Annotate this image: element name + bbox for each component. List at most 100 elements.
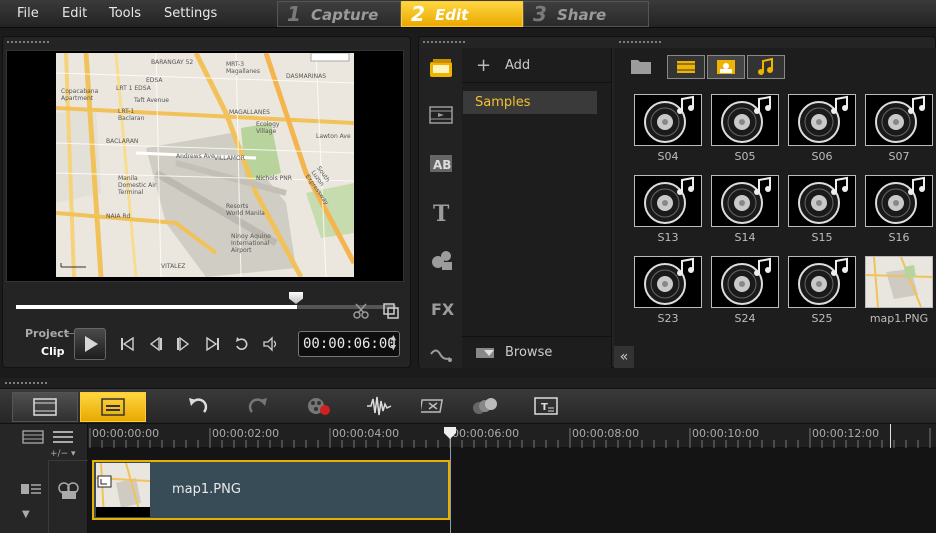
sound-mixer-icon[interactable] — [366, 395, 392, 417]
library-thumbnail-label: S23 — [657, 312, 679, 325]
motion-tracking-icon[interactable] — [472, 395, 497, 417]
svg-text:FX: FX — [431, 300, 455, 319]
library-thumbnail[interactable] — [788, 175, 856, 227]
panel-grip[interactable] — [618, 40, 662, 44]
photo-icon — [717, 60, 735, 74]
map-label: BACLARAN — [106, 138, 139, 145]
zoom-control[interactable]: +/− ▾ — [50, 449, 86, 459]
graphic-icon[interactable] — [428, 248, 456, 272]
library-thumbnail[interactable] — [865, 94, 933, 146]
library-thumbnail-label: S04 — [657, 150, 679, 163]
svg-text:T: T — [541, 402, 548, 413]
library-thumbnail-label: S13 — [657, 231, 679, 244]
menu-tools[interactable]: Tools — [109, 6, 141, 21]
ruler-tick-label: 00:00:08:00 — [572, 427, 640, 440]
ruler-tick-label: 00:00:04:00 — [332, 427, 400, 440]
library-thumbnail[interactable] — [634, 256, 702, 308]
step-number: 2 — [411, 2, 425, 26]
filter-fx-icon[interactable]: FX — [428, 296, 456, 320]
track-divider — [48, 460, 49, 533]
folder-icon[interactable] — [630, 56, 654, 76]
step-tab-capture[interactable]: 1 Capture — [277, 1, 401, 27]
menu-edit[interactable]: Edit — [62, 6, 87, 21]
transition-icon[interactable]: AB — [428, 152, 456, 176]
track-lock-icon[interactable] — [20, 482, 42, 496]
play-button[interactable] — [74, 328, 106, 360]
step-tab-edit[interactable]: 2 Edit — [401, 1, 523, 27]
add-folder-button[interactable]: + Add — [462, 48, 612, 83]
redo-icon[interactable] — [246, 395, 270, 417]
library-thumbnail[interactable] — [865, 256, 933, 308]
zoom-label: +/− — [50, 449, 69, 459]
menu-file[interactable]: File — [17, 6, 39, 21]
show-photo-filter-button[interactable] — [707, 55, 745, 79]
panel-grip[interactable] — [4, 381, 48, 385]
library-thumbnail[interactable] — [865, 175, 933, 227]
storyboard-view-button[interactable] — [12, 392, 78, 422]
menu-settings[interactable]: Settings — [164, 6, 217, 21]
image-thumb-icon — [865, 256, 933, 308]
browse-button[interactable]: Browse — [462, 336, 612, 368]
path-icon[interactable] — [428, 344, 456, 368]
previous-frame-icon[interactable] — [146, 335, 164, 353]
folder-item-samples[interactable]: Samples — [463, 91, 597, 114]
ruler-tick-label: 00:00:06:00 — [452, 427, 520, 440]
repeat-icon[interactable] — [233, 335, 251, 353]
go-to-start-icon[interactable] — [118, 335, 136, 353]
mode-clip-label[interactable]: Clip — [41, 345, 65, 358]
ruler-tick-label: 00:00:10:00 — [692, 427, 760, 440]
library-thumbnail[interactable] — [788, 94, 856, 146]
library-thumbnail-label: S05 — [734, 150, 756, 163]
step-label: Capture — [311, 6, 379, 24]
library-thumbnail[interactable] — [711, 175, 779, 227]
enlarge-preview-icon[interactable] — [382, 302, 400, 320]
expand-track-icon[interactable]: ▼ — [22, 509, 36, 520]
step-label: Edit — [435, 6, 469, 24]
library-thumbnail[interactable] — [711, 256, 779, 308]
title-icon[interactable]: T — [428, 200, 456, 227]
show-all-tracks-icon[interactable] — [52, 430, 74, 444]
record-capture-icon[interactable] — [306, 395, 330, 417]
map-label: LRT 1 EDSA — [116, 85, 151, 92]
music-note-icon — [758, 57, 773, 75]
go-to-end-icon[interactable] — [204, 335, 222, 353]
step-tab-share[interactable]: 3 Share — [523, 1, 649, 27]
film-icon — [677, 61, 695, 73]
mode-project-label[interactable]: Project — [25, 327, 69, 340]
map-label: Nichols PNR — [256, 175, 292, 182]
audio-disc-icon — [875, 95, 925, 143]
instant-project-icon[interactable] — [428, 104, 456, 128]
media-library-icon[interactable] — [428, 56, 456, 80]
map-label: DASMARINAS — [286, 73, 327, 80]
library-thumbnail-label: S14 — [734, 231, 756, 244]
next-frame-icon[interactable] — [175, 335, 193, 353]
show-video-filter-button[interactable] — [667, 55, 705, 79]
timeline-view-button[interactable] — [80, 392, 146, 422]
undo-icon[interactable] — [186, 395, 210, 417]
library-thumbnail[interactable] — [634, 175, 702, 227]
collapse-library-icon[interactable]: « — [614, 346, 634, 368]
auto-music-icon[interactable] — [419, 395, 445, 417]
timeline-ruler[interactable]: 00:00:00:00 00:00:02:00 00:00:04:00 00:00:0… — [88, 424, 936, 448]
library-thumbnail-label: S24 — [734, 312, 756, 325]
split-clip-icon[interactable] — [352, 302, 370, 320]
library-thumbnail[interactable] — [788, 256, 856, 308]
show-audio-filter-button[interactable] — [747, 55, 785, 79]
track-manager-icon[interactable] — [22, 430, 44, 444]
map-label: Taft Avenue — [134, 97, 169, 104]
panel-grip[interactable] — [6, 40, 50, 44]
library-thumbnail[interactable] — [634, 94, 702, 146]
step-number: 1 — [287, 2, 301, 26]
step-label: Share — [557, 6, 607, 24]
map-label: Manila Domestic Air Terminal — [118, 175, 157, 196]
library-thumbnail[interactable] — [711, 94, 779, 146]
timecode-field[interactable]: 00:00:06:00 ▲ ▼ — [298, 331, 400, 357]
volume-icon[interactable] — [262, 335, 280, 353]
video-track-icon[interactable] — [56, 479, 82, 501]
ruler-tick-label: 00:00:00:00 — [92, 427, 160, 440]
timecode-stepper-icon[interactable]: ▲ ▼ — [391, 333, 396, 353]
subtitle-editor-icon[interactable]: T — [533, 395, 558, 417]
step-number: 3 — [533, 2, 547, 26]
timeline-grip-row — [0, 378, 936, 388]
panel-grip[interactable] — [422, 40, 466, 44]
